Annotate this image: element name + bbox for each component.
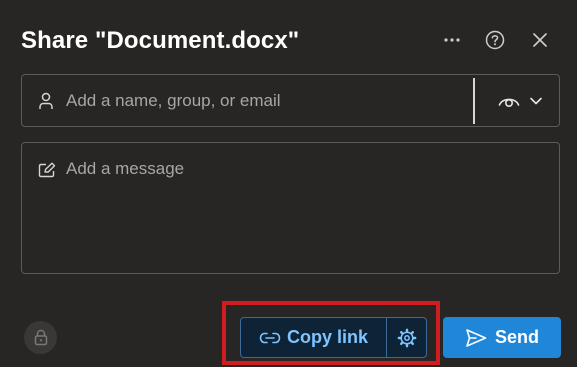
recipients-field[interactable] bbox=[21, 74, 560, 127]
send-label: Send bbox=[494, 327, 539, 347]
copy-link-button[interactable]: Copy link bbox=[241, 318, 386, 357]
copy-link-label: Copy link bbox=[286, 327, 368, 347]
link-settings-button[interactable] bbox=[387, 318, 426, 357]
more-options-button[interactable] bbox=[438, 26, 466, 54]
send-button[interactable]: Send bbox=[443, 317, 561, 358]
message-input[interactable] bbox=[66, 159, 546, 259]
permission-dropdown[interactable] bbox=[484, 83, 556, 119]
send-arrow-icon bbox=[466, 328, 487, 347]
gear-icon bbox=[397, 328, 416, 347]
compose-pencil-icon bbox=[38, 162, 56, 178]
more-horizontal-icon bbox=[444, 38, 460, 42]
eye-icon bbox=[498, 98, 520, 108]
field-divider bbox=[473, 78, 475, 124]
recipients-input[interactable] bbox=[66, 89, 456, 113]
dialog-title: Share "Document.docx" bbox=[21, 27, 300, 54]
close-button[interactable] bbox=[526, 26, 554, 54]
person-icon bbox=[39, 92, 53, 109]
chevron-down-icon bbox=[530, 97, 542, 105]
lock-icon bbox=[34, 329, 47, 346]
share-dialog: Share "Document.docx" Add a name, group,… bbox=[0, 0, 577, 367]
link-icon bbox=[259, 332, 281, 343]
lock-button[interactable] bbox=[24, 321, 57, 354]
copy-link-group: Copy link bbox=[240, 317, 427, 358]
question-circle-icon bbox=[485, 30, 505, 50]
message-field[interactable] bbox=[21, 142, 560, 274]
help-button[interactable] bbox=[481, 26, 509, 54]
close-icon bbox=[533, 33, 547, 47]
